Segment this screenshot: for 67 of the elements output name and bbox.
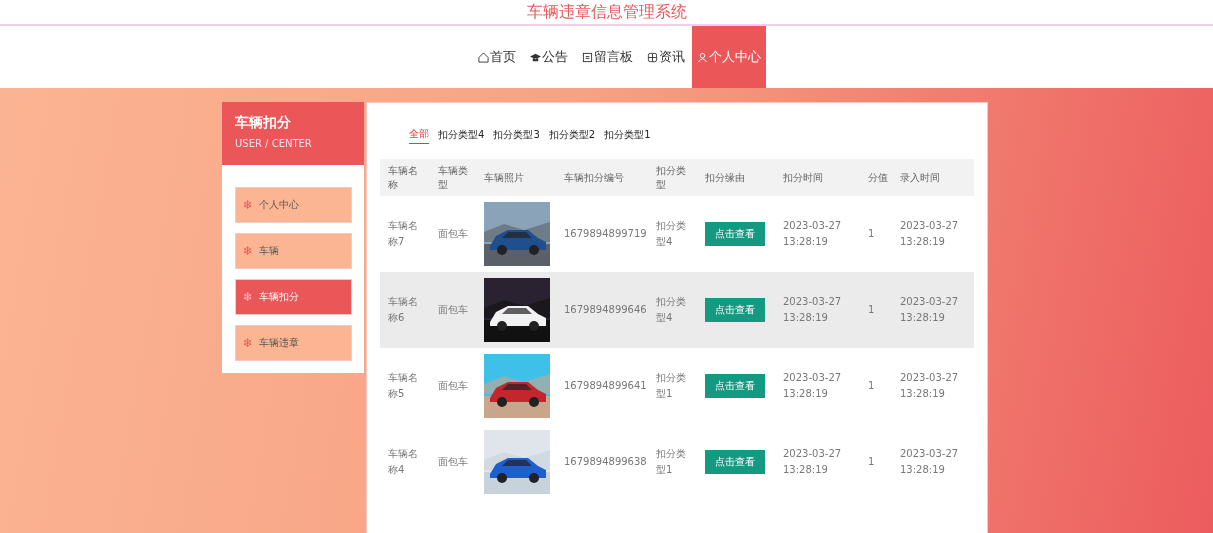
sidebar-item[interactable]: ❄ 车辆 (235, 233, 352, 269)
table-cell-text: 1679894899646 (563, 303, 648, 317)
filter-tab[interactable]: 扣分类型2 (548, 127, 596, 144)
nav-tab[interactable]: 资讯 (640, 26, 692, 88)
table-cell-text: 面包车 (437, 227, 469, 241)
filter-tab[interactable]: 扣分类型1 (604, 127, 651, 144)
nav-tab[interactable]: 公告 (523, 26, 575, 88)
table-cell-text: 2023-03-27 13:28:19 (899, 447, 960, 477)
nav-tab[interactable]: 首页 (471, 26, 523, 88)
table-cell-text: 车辆名称4 (387, 447, 419, 477)
sidebar-item[interactable]: ❄ 车辆扣分 (235, 279, 352, 315)
filter-tab[interactable]: 扣分类型4 (438, 127, 485, 144)
snowflake-icon: ❄ (243, 336, 254, 350)
person-icon (697, 51, 708, 63)
house-icon (478, 51, 489, 63)
table-cell-text: 2023-03-27 13:28:19 (782, 295, 843, 325)
table-cell-text: 1 (867, 455, 876, 469)
column-header: 车辆扣分编号 (563, 170, 625, 185)
sidebar-title: 车辆扣分 (235, 114, 292, 132)
table-cell-text: 1679894899641 (563, 379, 648, 393)
nav-tab[interactable]: 留言板 (575, 26, 640, 88)
filter-tab[interactable]: 扣分类型3 (493, 127, 540, 144)
column-header: 录入时间 (899, 170, 941, 185)
view-button[interactable]: 点击查看 (705, 298, 765, 322)
column-header: 扣分时间 (782, 170, 824, 185)
table-cell-text: 车辆名称7 (387, 219, 419, 249)
snowflake-icon: ❄ (243, 198, 254, 212)
cap-icon (530, 51, 541, 63)
table-cell-text: 扣分类型1 (655, 371, 687, 401)
table-cell-text: 2023-03-27 13:28:19 (899, 371, 960, 401)
table-cell-text: 1 (867, 227, 876, 241)
filter-tab[interactable]: 全部 (409, 127, 429, 144)
table-cell-text: 扣分类型4 (655, 295, 687, 325)
column-header: 分值 (867, 170, 889, 185)
grid-icon (647, 51, 658, 63)
view-button[interactable]: 点击查看 (705, 374, 765, 398)
table-cell-text: 1 (867, 303, 876, 317)
column-header: 扣分缘由 (704, 170, 746, 185)
table-cell-text: 车辆名称5 (387, 371, 419, 401)
nav-tab[interactable]: 个人中心 (692, 26, 766, 88)
table-cell-text: 车辆名称6 (387, 295, 419, 325)
table-cell-text: 面包车 (437, 303, 469, 317)
table-cell-text: 面包车 (437, 379, 469, 393)
table-cell-text: 2023-03-27 13:28:19 (782, 371, 843, 401)
column-header: 车辆照片 (483, 170, 525, 185)
column-header: 扣分类型 (655, 163, 687, 192)
column-header: 车辆名称 (387, 163, 419, 192)
site-title: 车辆违章信息管理系统 (526, 1, 687, 23)
table-cell-text: 2023-03-27 13:28:19 (782, 447, 843, 477)
view-button[interactable]: 点击查看 (705, 450, 765, 474)
sidebar-item[interactable]: ❄ 车辆违章 (235, 325, 352, 361)
table-cell-text: 面包车 (437, 455, 469, 469)
table-cell-text: 2023-03-27 13:28:19 (899, 219, 960, 249)
table-cell-text: 扣分类型4 (655, 219, 687, 249)
snowflake-icon: ❄ (243, 290, 254, 304)
sidebar-item[interactable]: ❄ 个人中心 (235, 187, 352, 223)
column-header: 车辆类型 (437, 163, 469, 192)
table-cell-text: 2023-03-27 13:28:19 (899, 295, 960, 325)
sidebar-subtitle: USER / CENTER (235, 138, 313, 149)
table-cell-text: 扣分类型1 (655, 447, 687, 477)
table-cell-text: 2023-03-27 13:28:19 (782, 219, 843, 249)
view-button[interactable]: 点击查看 (705, 222, 765, 246)
table-cell-text: 1679894899638 (563, 455, 648, 469)
board-icon (582, 51, 593, 63)
snowflake-icon: ❄ (243, 244, 254, 258)
table-cell-text: 1679894899719 (563, 227, 648, 241)
table-cell-text: 1 (867, 379, 876, 393)
